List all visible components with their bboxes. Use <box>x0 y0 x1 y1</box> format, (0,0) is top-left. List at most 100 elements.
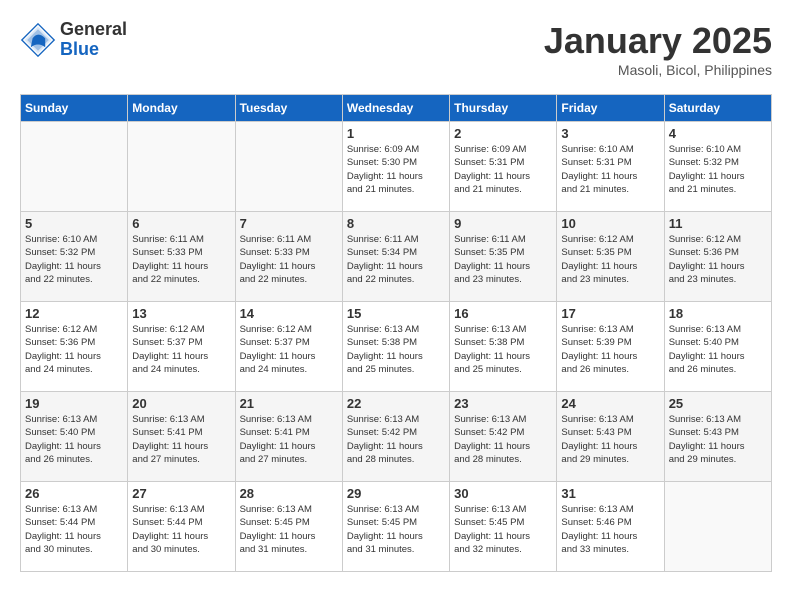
day-number: 21 <box>240 396 338 411</box>
title-block: January 2025 Masoli, Bicol, Philippines <box>544 20 772 78</box>
day-info: Sunrise: 6:11 AM Sunset: 5:33 PM Dayligh… <box>240 233 338 286</box>
month-title: January 2025 <box>544 20 772 62</box>
calendar-cell <box>235 122 342 212</box>
calendar-cell: 24 Sunrise: 6:13 AM Sunset: 5:43 PM Dayli… <box>557 392 664 482</box>
calendar-cell: 20 Sunrise: 6:13 AM Sunset: 5:41 PM Dayli… <box>128 392 235 482</box>
day-number: 23 <box>454 396 552 411</box>
calendar-header-row: SundayMondayTuesdayWednesdayThursdayFrid… <box>21 95 772 122</box>
day-number: 8 <box>347 216 445 231</box>
calendar-cell: 16 Sunrise: 6:13 AM Sunset: 5:38 PM Dayli… <box>450 302 557 392</box>
day-info: Sunrise: 6:10 AM Sunset: 5:32 PM Dayligh… <box>669 143 767 196</box>
day-number: 18 <box>669 306 767 321</box>
header-day-friday: Friday <box>557 95 664 122</box>
day-number: 25 <box>669 396 767 411</box>
day-number: 4 <box>669 126 767 141</box>
day-number: 20 <box>132 396 230 411</box>
day-info: Sunrise: 6:12 AM Sunset: 5:37 PM Dayligh… <box>132 323 230 376</box>
calendar-cell: 18 Sunrise: 6:13 AM Sunset: 5:40 PM Dayli… <box>664 302 771 392</box>
day-number: 19 <box>25 396 123 411</box>
calendar-cell: 10 Sunrise: 6:12 AM Sunset: 5:35 PM Dayli… <box>557 212 664 302</box>
day-number: 24 <box>561 396 659 411</box>
day-info: Sunrise: 6:13 AM Sunset: 5:45 PM Dayligh… <box>454 503 552 556</box>
day-number: 2 <box>454 126 552 141</box>
day-info: Sunrise: 6:13 AM Sunset: 5:38 PM Dayligh… <box>454 323 552 376</box>
calendar-cell: 4 Sunrise: 6:10 AM Sunset: 5:32 PM Daylig… <box>664 122 771 212</box>
calendar-cell <box>664 482 771 572</box>
day-number: 13 <box>132 306 230 321</box>
day-info: Sunrise: 6:10 AM Sunset: 5:32 PM Dayligh… <box>25 233 123 286</box>
header-day-tuesday: Tuesday <box>235 95 342 122</box>
calendar-week-row: 1Sunrise: 6:09 AM Sunset: 5:30 PM Daylig… <box>21 122 772 212</box>
day-number: 3 <box>561 126 659 141</box>
day-info: Sunrise: 6:13 AM Sunset: 5:45 PM Dayligh… <box>240 503 338 556</box>
day-info: Sunrise: 6:13 AM Sunset: 5:46 PM Dayligh… <box>561 503 659 556</box>
day-number: 1 <box>347 126 445 141</box>
location-subtitle: Masoli, Bicol, Philippines <box>544 62 772 78</box>
calendar-cell: 13 Sunrise: 6:12 AM Sunset: 5:37 PM Dayli… <box>128 302 235 392</box>
calendar-cell: 30 Sunrise: 6:13 AM Sunset: 5:45 PM Dayli… <box>450 482 557 572</box>
page-header: General Blue January 2025 Masoli, Bicol,… <box>20 20 772 78</box>
day-info: Sunrise: 6:13 AM Sunset: 5:40 PM Dayligh… <box>669 323 767 376</box>
calendar-cell: 1Sunrise: 6:09 AM Sunset: 5:30 PM Daylig… <box>342 122 449 212</box>
logo-general: General <box>60 19 127 39</box>
calendar-cell: 3 Sunrise: 6:10 AM Sunset: 5:31 PM Daylig… <box>557 122 664 212</box>
calendar-cell: 23Sunrise: 6:13 AM Sunset: 5:42 PM Dayli… <box>450 392 557 482</box>
header-day-monday: Monday <box>128 95 235 122</box>
day-info: Sunrise: 6:12 AM Sunset: 5:35 PM Dayligh… <box>561 233 659 286</box>
day-info: Sunrise: 6:13 AM Sunset: 5:40 PM Dayligh… <box>25 413 123 466</box>
calendar-cell: 14Sunrise: 6:12 AM Sunset: 5:37 PM Dayli… <box>235 302 342 392</box>
day-number: 26 <box>25 486 123 501</box>
calendar-week-row: 5 Sunrise: 6:10 AM Sunset: 5:32 PM Daylig… <box>21 212 772 302</box>
day-number: 15 <box>347 306 445 321</box>
calendar-cell: 9 Sunrise: 6:11 AM Sunset: 5:35 PM Daylig… <box>450 212 557 302</box>
calendar-table: SundayMondayTuesdayWednesdayThursdayFrid… <box>20 94 772 572</box>
calendar-cell: 2Sunrise: 6:09 AM Sunset: 5:31 PM Daylig… <box>450 122 557 212</box>
day-number: 10 <box>561 216 659 231</box>
day-number: 9 <box>454 216 552 231</box>
logo-blue: Blue <box>60 39 99 59</box>
header-day-thursday: Thursday <box>450 95 557 122</box>
day-info: Sunrise: 6:12 AM Sunset: 5:36 PM Dayligh… <box>669 233 767 286</box>
day-info: Sunrise: 6:13 AM Sunset: 5:45 PM Dayligh… <box>347 503 445 556</box>
day-number: 17 <box>561 306 659 321</box>
day-number: 12 <box>25 306 123 321</box>
calendar-cell: 8Sunrise: 6:11 AM Sunset: 5:34 PM Daylig… <box>342 212 449 302</box>
calendar-cell: 25Sunrise: 6:13 AM Sunset: 5:43 PM Dayli… <box>664 392 771 482</box>
day-info: Sunrise: 6:13 AM Sunset: 5:39 PM Dayligh… <box>561 323 659 376</box>
calendar-cell: 29 Sunrise: 6:13 AM Sunset: 5:45 PM Dayli… <box>342 482 449 572</box>
day-info: Sunrise: 6:12 AM Sunset: 5:37 PM Dayligh… <box>240 323 338 376</box>
calendar-week-row: 12 Sunrise: 6:12 AM Sunset: 5:36 PM Dayli… <box>21 302 772 392</box>
day-number: 16 <box>454 306 552 321</box>
calendar-cell: 22Sunrise: 6:13 AM Sunset: 5:42 PM Dayli… <box>342 392 449 482</box>
day-number: 29 <box>347 486 445 501</box>
logo-icon <box>20 22 56 58</box>
day-number: 22 <box>347 396 445 411</box>
day-number: 6 <box>132 216 230 231</box>
calendar-cell: 11 Sunrise: 6:12 AM Sunset: 5:36 PM Dayli… <box>664 212 771 302</box>
calendar-cell: 15 Sunrise: 6:13 AM Sunset: 5:38 PM Dayli… <box>342 302 449 392</box>
calendar-cell: 21 Sunrise: 6:13 AM Sunset: 5:41 PM Dayli… <box>235 392 342 482</box>
day-info: Sunrise: 6:13 AM Sunset: 5:38 PM Dayligh… <box>347 323 445 376</box>
day-number: 7 <box>240 216 338 231</box>
day-number: 28 <box>240 486 338 501</box>
day-info: Sunrise: 6:12 AM Sunset: 5:36 PM Dayligh… <box>25 323 123 376</box>
header-day-sunday: Sunday <box>21 95 128 122</box>
calendar-week-row: 19 Sunrise: 6:13 AM Sunset: 5:40 PM Dayli… <box>21 392 772 482</box>
header-day-wednesday: Wednesday <box>342 95 449 122</box>
calendar-cell: 12 Sunrise: 6:12 AM Sunset: 5:36 PM Dayli… <box>21 302 128 392</box>
day-info: Sunrise: 6:13 AM Sunset: 5:41 PM Dayligh… <box>240 413 338 466</box>
day-number: 27 <box>132 486 230 501</box>
calendar-cell <box>128 122 235 212</box>
day-info: Sunrise: 6:13 AM Sunset: 5:43 PM Dayligh… <box>561 413 659 466</box>
calendar-cell <box>21 122 128 212</box>
day-info: Sunrise: 6:10 AM Sunset: 5:31 PM Dayligh… <box>561 143 659 196</box>
calendar-cell: 26Sunrise: 6:13 AM Sunset: 5:44 PM Dayli… <box>21 482 128 572</box>
day-number: 5 <box>25 216 123 231</box>
calendar-week-row: 26Sunrise: 6:13 AM Sunset: 5:44 PM Dayli… <box>21 482 772 572</box>
day-number: 11 <box>669 216 767 231</box>
day-info: Sunrise: 6:11 AM Sunset: 5:33 PM Dayligh… <box>132 233 230 286</box>
header-day-saturday: Saturday <box>664 95 771 122</box>
day-info: Sunrise: 6:13 AM Sunset: 5:41 PM Dayligh… <box>132 413 230 466</box>
day-info: Sunrise: 6:11 AM Sunset: 5:35 PM Dayligh… <box>454 233 552 286</box>
day-number: 30 <box>454 486 552 501</box>
